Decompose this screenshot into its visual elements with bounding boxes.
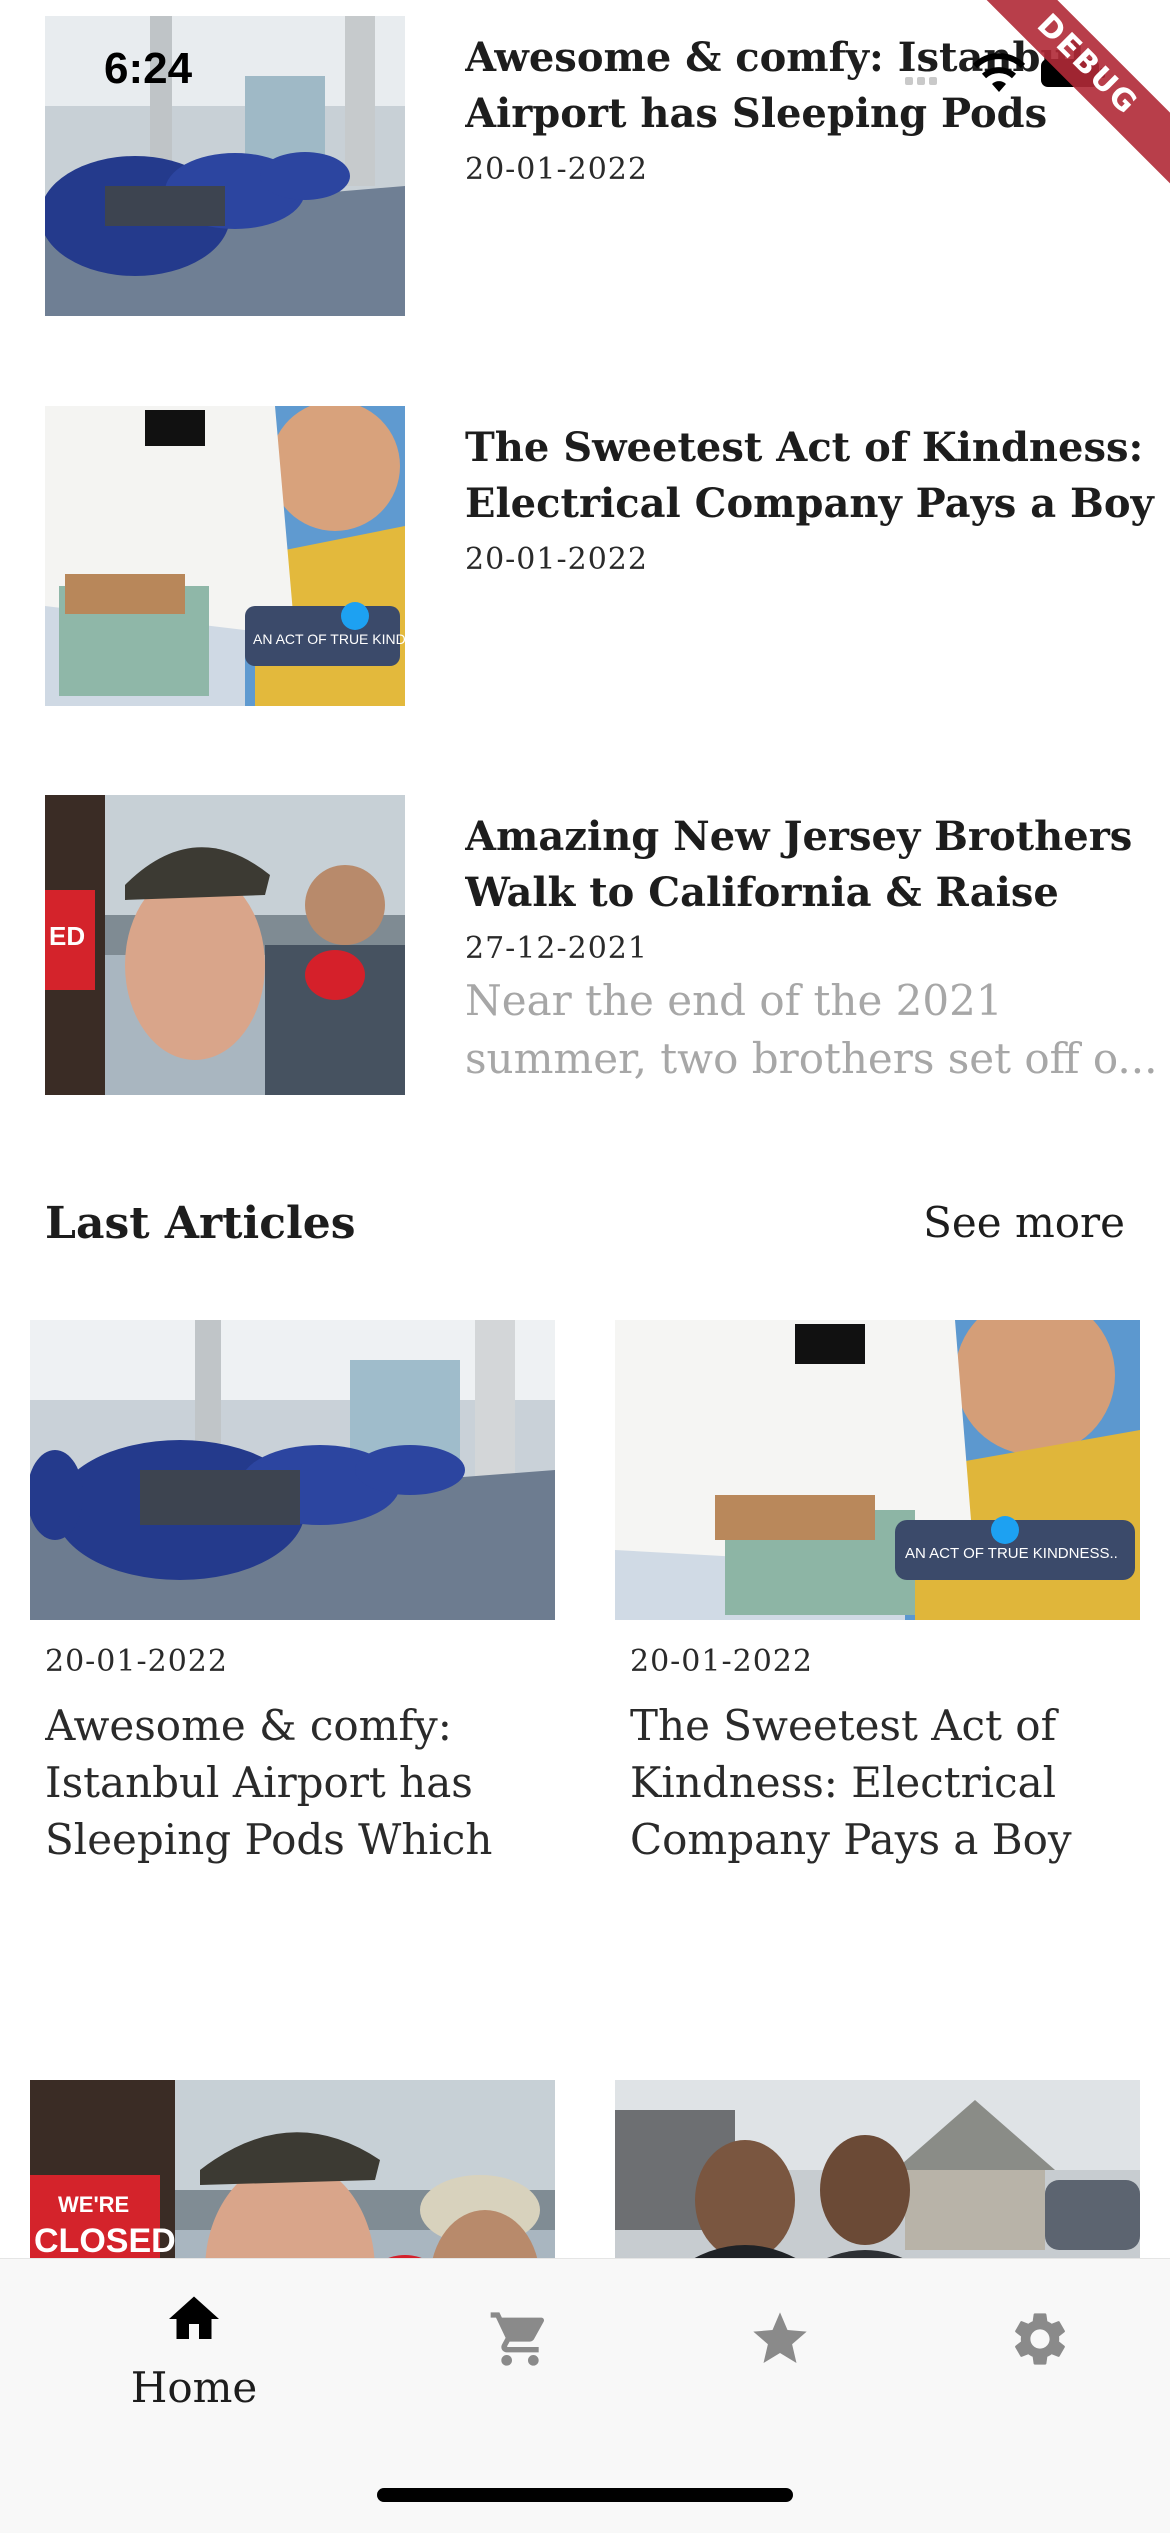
article-thumbnail bbox=[30, 1320, 555, 1620]
nav-home[interactable]: Home bbox=[94, 2289, 294, 2439]
article-thumbnail: AN ACT OF TRUE KINDNESS bbox=[45, 406, 405, 706]
home-icon bbox=[169, 2296, 219, 2339]
article-date: 27-12-2021 bbox=[465, 931, 648, 966]
section-title: Last Articles bbox=[45, 1198, 356, 1249]
article-title: The Sweetest Act of Kindness: Electrical… bbox=[465, 424, 1154, 527]
article-excerpt: Near the end of the 2021 summer, two bro… bbox=[465, 976, 1158, 1083]
cart-icon bbox=[490, 2312, 545, 2366]
last-articles-header: Last Articles See more bbox=[45, 1198, 1125, 1268]
nav-home-label: Home bbox=[130, 2363, 258, 2412]
grid-article-2[interactable]: AN ACT OF TRUE KINDNESS.. 20-01-2022 The… bbox=[615, 1320, 1140, 1869]
list-article-2[interactable]: AN ACT OF TRUE KINDNESS The Sweetest Act… bbox=[45, 406, 1154, 706]
debug-banner-label: DEBUG bbox=[970, 0, 1170, 186]
home-indicator[interactable] bbox=[377, 2488, 793, 2502]
brothers-selfie-image: ED bbox=[45, 795, 405, 1095]
list-article-1[interactable]: Awesome & comfy: Istanbul Airport has Sl… bbox=[45, 16, 1125, 316]
article-thumbnail: AN ACT OF TRUE KINDNESS.. bbox=[615, 1320, 1140, 1620]
star-icon bbox=[753, 2312, 807, 2363]
debug-banner: DEBUG bbox=[970, 0, 1170, 200]
see-more-link[interactable]: See more bbox=[923, 1198, 1125, 1247]
svg-text:AN ACT OF TRUE KINDNESS: AN ACT OF TRUE KINDNESS bbox=[253, 631, 405, 647]
svg-text:AN ACT OF TRUE KINDNESS..: AN ACT OF TRUE KINDNESS.. bbox=[905, 1545, 1118, 1562]
nav-cart[interactable] bbox=[420, 2307, 620, 2457]
svg-text:WE'RE: WE'RE bbox=[58, 2192, 129, 2217]
svg-text:CLOSED: CLOSED bbox=[34, 2222, 176, 2260]
airport-sleeping-pods-image bbox=[45, 16, 405, 316]
payslip-boy-smiling-image: AN ACT OF TRUE KINDNESS.. bbox=[615, 1320, 1140, 1620]
article-date: 20-01-2022 bbox=[630, 1644, 813, 1679]
nav-settings[interactable] bbox=[940, 2307, 1140, 2457]
article-date: 20-01-2022 bbox=[45, 1644, 228, 1679]
article-title: The Sweetest Act of Kindness: Electrical… bbox=[630, 1701, 1072, 1864]
list-article-3[interactable]: ED Amazing New Jersey Brothers Walk to C… bbox=[45, 795, 1157, 1095]
article-title: Amazing New Jersey Brothers Walk to Cali… bbox=[465, 813, 1133, 916]
nav-favorites[interactable] bbox=[680, 2307, 880, 2457]
svg-text:ED: ED bbox=[49, 921, 85, 951]
article-thumbnail: ED bbox=[45, 795, 405, 1095]
article-thumbnail bbox=[45, 16, 405, 316]
grid-article-1[interactable]: 20-01-2022 Awesome & comfy: Istanbul Air… bbox=[30, 1320, 555, 1869]
airport-sleeping-pods-image bbox=[30, 1320, 555, 1620]
payslip-boy-smiling-image: AN ACT OF TRUE KINDNESS bbox=[45, 406, 405, 706]
gear-icon bbox=[1015, 2313, 1065, 2365]
article-title: Awesome & comfy: Istanbul Airport has Sl… bbox=[45, 1701, 493, 1864]
article-date: 20-01-2022 bbox=[465, 542, 648, 577]
